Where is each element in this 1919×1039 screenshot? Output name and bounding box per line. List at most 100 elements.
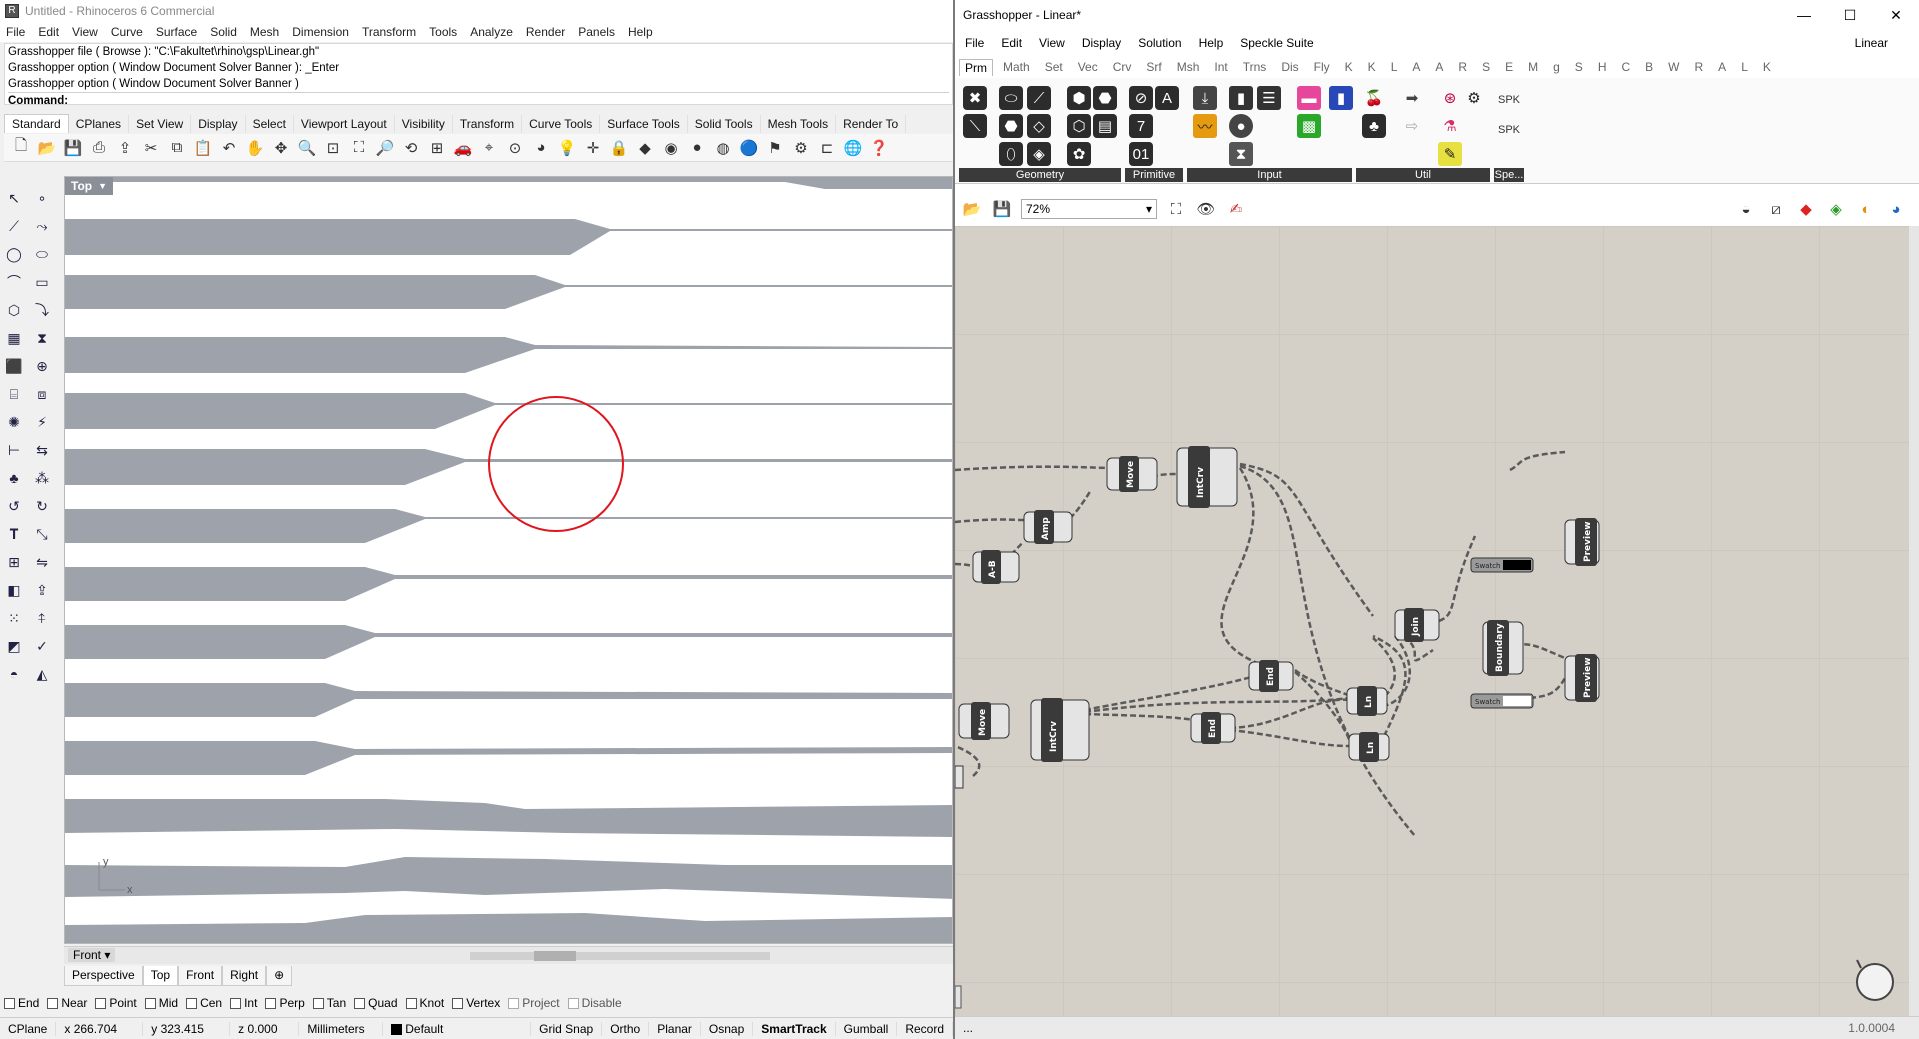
gh-menu-view[interactable]: View — [1039, 36, 1065, 50]
lock-icon[interactable]: 🔒 — [608, 137, 630, 159]
gumball-icon[interactable]: ⍏ — [30, 606, 54, 630]
tab-perspective[interactable]: Perspective — [64, 966, 143, 986]
four-view-icon[interactable]: ⊞ — [426, 137, 448, 159]
chevron-down-icon[interactable]: ▾ — [104, 948, 110, 962]
light-icon[interactable]: 💡 — [556, 137, 578, 159]
gh-open-icon[interactable]: 📂 — [961, 198, 983, 220]
mirror-icon[interactable]: ⇋ — [30, 550, 54, 574]
menu-curve[interactable]: Curve — [111, 25, 143, 39]
undo-icon[interactable]: ↶ — [218, 137, 240, 159]
horizontal-scrollbar[interactable] — [470, 952, 770, 960]
checkbox[interactable] — [405, 997, 417, 1009]
ribbon-tab-prm[interactable]: Prm — [959, 58, 993, 76]
selection-circle[interactable] — [488, 396, 624, 532]
node-partial-left[interactable] — [955, 765, 964, 789]
tab-standard[interactable]: Standard — [4, 114, 69, 133]
tab-right[interactable]: Right — [222, 966, 267, 986]
pan-icon[interactable]: ✋ — [244, 137, 266, 159]
tab-front[interactable]: Front — [178, 966, 223, 986]
array-icon[interactable]: ⊞ — [2, 550, 26, 574]
gh-menu-file[interactable]: File — [965, 36, 984, 50]
color-wheel-icon[interactable]: ◉ — [660, 137, 682, 159]
ribbon-tab-c[interactable]: C — [1621, 60, 1630, 74]
cut-icon[interactable]: ✂ — [140, 137, 162, 159]
text-icon[interactable]: 𝐓 — [2, 522, 26, 546]
checkbox[interactable] — [95, 997, 107, 1009]
gh-menu-help[interactable]: Help — [1199, 36, 1224, 50]
util-relay-icon[interactable]: ⇨ — [1400, 114, 1424, 138]
osnap-perp[interactable]: Perp — [265, 996, 305, 1010]
osnap-disable[interactable]: Disable — [567, 996, 622, 1010]
input-swatch-icon[interactable]: ▩ — [1297, 114, 1321, 138]
material-icon[interactable]: ◆ — [634, 137, 656, 159]
viewport-top[interactable]: Top ▼ y x — [64, 176, 953, 944]
polygon-icon[interactable]: ⬡ — [2, 298, 26, 322]
menu-surface[interactable]: Surface — [156, 25, 197, 39]
ribbon-tab-set[interactable]: Set — [1045, 60, 1063, 74]
param-mesh-icon[interactable]: ⬣ — [999, 114, 1023, 138]
tab-visibility[interactable]: Visibility — [395, 115, 453, 133]
checkbox[interactable] — [4, 997, 15, 1009]
add-viewport-icon[interactable]: ⊕ — [266, 966, 293, 986]
tab-viewport-layout[interactable]: Viewport Layout — [294, 115, 395, 133]
shaded-sphere-icon[interactable]: ● — [686, 137, 708, 159]
param-point-icon[interactable]: ◈ — [1027, 142, 1051, 166]
node-ln-top[interactable]: Ln — [1346, 686, 1388, 716]
ribbon-tab-a3[interactable]: A — [1718, 60, 1726, 74]
osnap-end[interactable]: End — [4, 996, 39, 1010]
curve-icon[interactable]: ⤳ — [30, 214, 54, 238]
print-icon[interactable]: ⎙ — [88, 137, 110, 159]
checkbox[interactable] — [508, 997, 520, 1009]
gh-menu-solution[interactable]: Solution — [1138, 36, 1181, 50]
util-cluster-icon[interactable]: ⚙ — [1462, 86, 1486, 110]
node-boundary[interactable]: Boundary — [1482, 620, 1524, 676]
gh-menu-speckle[interactable]: Speckle Suite — [1240, 36, 1313, 50]
front-view-label[interactable]: Front ▾ — [68, 948, 116, 962]
panel-speckle-label[interactable]: Spe... — [1494, 168, 1524, 182]
tab-select[interactable]: Select — [246, 115, 294, 133]
param-circle-icon[interactable]: ⬭ — [999, 86, 1023, 110]
tab-display[interactable]: Display — [191, 115, 246, 133]
param-group-icon[interactable]: ▤ — [1093, 114, 1117, 138]
checkbox[interactable] — [452, 997, 464, 1009]
rectangle-icon[interactable]: ▭ — [30, 270, 54, 294]
ribbon-tab-k1[interactable]: K — [1345, 60, 1353, 74]
grid-array-icon[interactable]: ⁙ — [2, 606, 26, 630]
node-intcrv-top[interactable]: IntCrv — [1176, 446, 1238, 508]
select-icon[interactable]: ↖ — [2, 186, 26, 210]
util-cherry-icon[interactable]: 🍒 — [1362, 86, 1386, 110]
ribbon-tab-r1[interactable]: R — [1458, 60, 1467, 74]
panel-util-label[interactable]: Util — [1356, 168, 1490, 182]
node-preview-bottom[interactable]: Preview — [1564, 654, 1600, 702]
zoom-extents-icon[interactable]: ⛶ — [348, 137, 370, 159]
render-icon[interactable]: ◩ — [2, 634, 26, 658]
tab-render-tools[interactable]: Render To — [836, 115, 907, 133]
box-icon[interactable]: ⬛ — [2, 354, 26, 378]
fillet-curve-icon[interactable]: ⤵ — [30, 298, 54, 322]
ribbon-tab-b[interactable]: B — [1645, 60, 1653, 74]
lightning-icon[interactable]: ⚡ — [30, 410, 54, 434]
node-partial-bottom[interactable] — [955, 985, 962, 1009]
check-icon[interactable]: ✓ — [30, 634, 54, 658]
split-icon[interactable]: ↻ — [30, 494, 54, 518]
solid-icon[interactable]: ◧ — [2, 578, 26, 602]
osnap-int[interactable]: Int — [230, 996, 257, 1010]
snap-icon[interactable]: ⊙ — [504, 137, 526, 159]
dimension-icon[interactable]: ⊏ — [816, 137, 838, 159]
node-end-mid[interactable]: End — [1248, 660, 1294, 692]
checkbox[interactable] — [230, 997, 242, 1009]
util-tree-icon[interactable]: ♣ — [1362, 114, 1386, 138]
car-icon[interactable]: 🚗 — [452, 137, 474, 159]
menu-solid[interactable]: Solid — [210, 25, 237, 39]
menu-help[interactable]: Help — [628, 25, 653, 39]
param-text-icon[interactable]: A — [1155, 86, 1179, 110]
tab-top[interactable]: Top — [142, 966, 179, 986]
ribbon-tab-vec[interactable]: Vec — [1078, 60, 1098, 74]
ribbon-tab-l1[interactable]: L — [1391, 60, 1398, 74]
osnap-near[interactable]: Near — [47, 996, 87, 1010]
osnap-vertex[interactable]: Vertex — [452, 996, 500, 1010]
util-flask-icon[interactable]: ⚗ — [1438, 114, 1462, 138]
ribbon-tab-dis[interactable]: Dis — [1281, 60, 1298, 74]
dimension-tool-icon[interactable]: ⊢ — [2, 438, 26, 462]
command-history[interactable]: Grasshopper file ( Browse ): "C:\Fakulte… — [4, 43, 953, 107]
